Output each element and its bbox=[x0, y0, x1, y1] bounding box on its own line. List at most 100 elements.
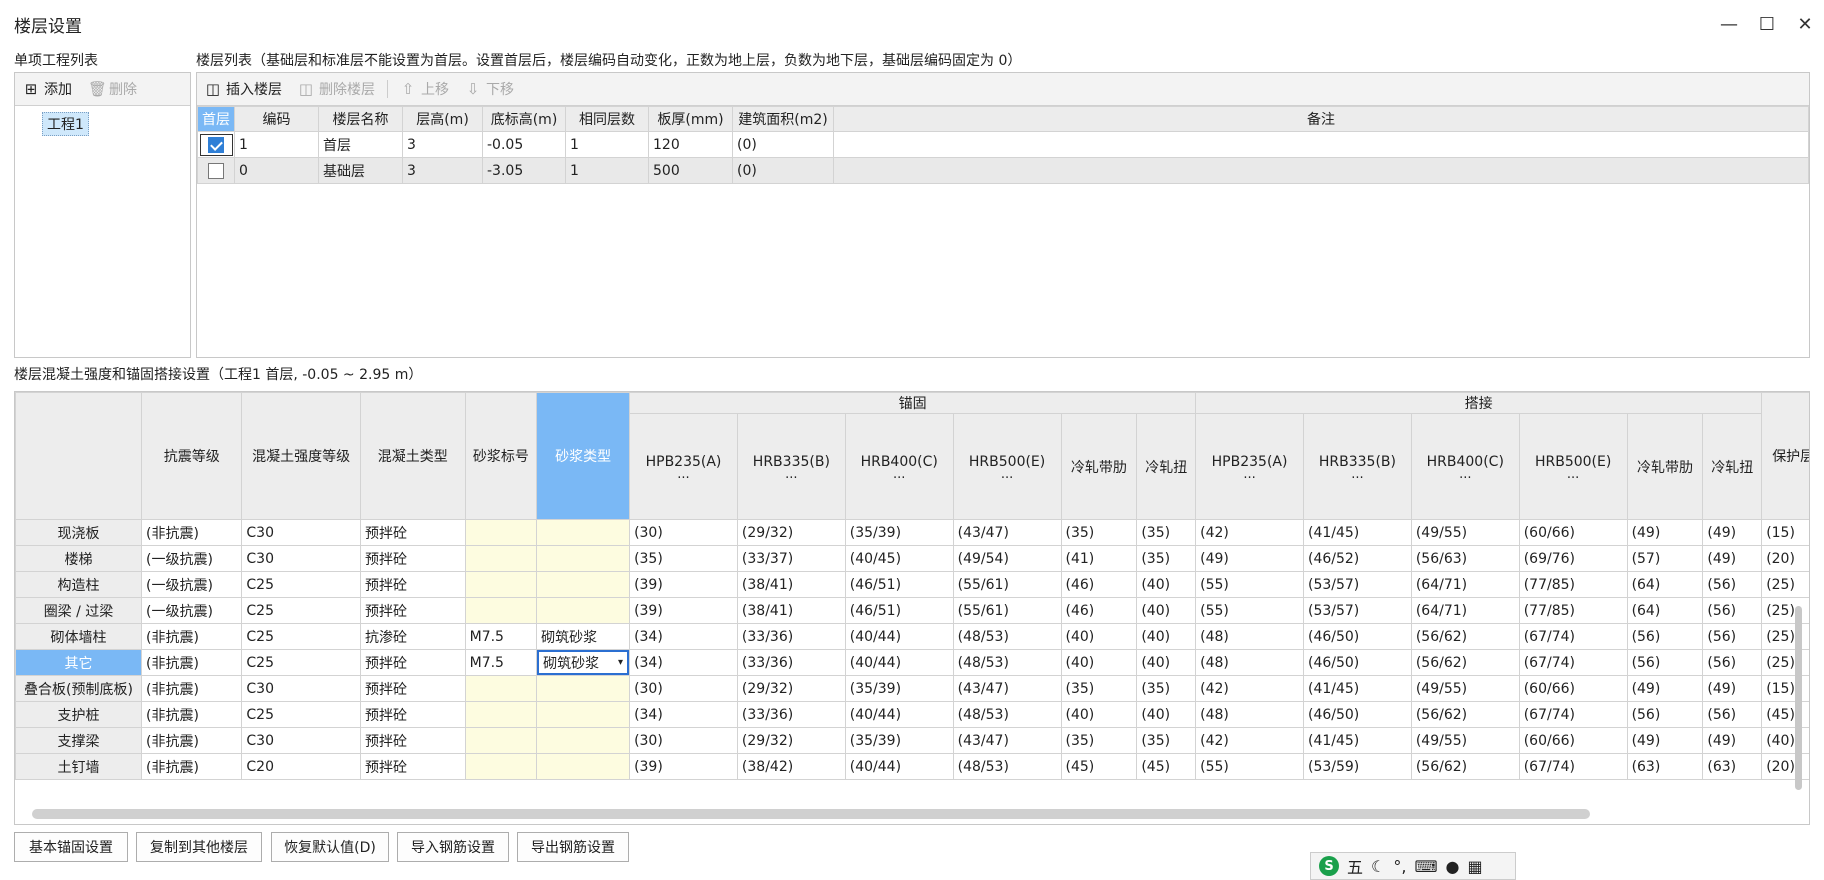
col-bottom-elevation[interactable]: 底标高(m) bbox=[482, 106, 566, 132]
lap-cell[interactable]: (55) bbox=[1195, 571, 1304, 598]
seismic-cell[interactable]: (非抗震) bbox=[141, 519, 243, 546]
lap-cell[interactable]: (55) bbox=[1195, 597, 1304, 624]
anchor-cell[interactable]: (40/45) bbox=[844, 545, 954, 572]
row-type-label[interactable]: 构造柱 bbox=[15, 571, 143, 598]
anchor-cell[interactable]: (33/36) bbox=[736, 701, 846, 728]
lap-cell[interactable]: (49/55) bbox=[1410, 519, 1520, 546]
add-project-button[interactable]: ⊞ 添加 bbox=[15, 73, 80, 105]
lap-cell[interactable]: (42) bbox=[1195, 519, 1304, 546]
col-concrete-type[interactable]: 混凝土类型 bbox=[359, 392, 466, 520]
mortar-type-cell[interactable]: 砌筑砂浆 ▾ bbox=[536, 649, 631, 676]
anchor-cell[interactable]: (43/47) bbox=[952, 519, 1062, 546]
apps-icon[interactable]: ▦ bbox=[1468, 857, 1483, 876]
anchor-cell[interactable]: (40) bbox=[1060, 649, 1138, 676]
lap-cell[interactable]: (56/63) bbox=[1410, 545, 1520, 572]
punctuation-icon[interactable]: °, bbox=[1393, 857, 1406, 876]
anchor-cell[interactable]: (35) bbox=[1060, 519, 1138, 546]
basic-anchor-settings-button[interactable]: 基本锚固设置 bbox=[14, 832, 128, 862]
row-type-label[interactable]: 其它 bbox=[15, 649, 143, 676]
strength-cell[interactable]: C30 bbox=[241, 519, 361, 546]
lap-cell[interactable]: (42) bbox=[1195, 675, 1304, 702]
mortar-type-cell[interactable]: 砌筑砂浆 bbox=[536, 623, 631, 650]
col-lap-crb[interactable]: 冷轧带肋 bbox=[1626, 413, 1704, 520]
col-strength[interactable]: 混凝土强度等级 bbox=[241, 392, 361, 520]
concrete-type-cell[interactable]: 预拌砼 bbox=[359, 545, 466, 572]
floor-height[interactable]: 3 bbox=[402, 157, 483, 184]
seismic-cell[interactable]: (非抗震) bbox=[141, 649, 243, 676]
mortar-grade-cell[interactable] bbox=[464, 727, 538, 754]
concrete-row[interactable]: 楼梯 (一级抗震) C30 预拌砼 (35) (33/37) (40/45) (49/54)(… bbox=[15, 545, 1809, 572]
lap-cell[interactable]: (63) bbox=[1626, 753, 1704, 780]
lap-cell[interactable]: (48) bbox=[1195, 649, 1304, 676]
floor-area[interactable]: (0) bbox=[732, 157, 834, 184]
anchor-cell[interactable]: (40/44) bbox=[844, 753, 954, 780]
floor-code[interactable]: 0 bbox=[234, 157, 319, 184]
mortar-grade-cell[interactable] bbox=[464, 545, 538, 572]
strength-cell[interactable]: C25 bbox=[241, 649, 361, 676]
anchor-cell[interactable]: (39) bbox=[629, 571, 738, 598]
row-type-label[interactable]: 支护桩 bbox=[15, 701, 143, 728]
anchor-cell[interactable]: (33/37) bbox=[736, 545, 846, 572]
col-mortar-type[interactable]: 砂浆类型 bbox=[536, 392, 631, 520]
anchor-cell[interactable]: (40) bbox=[1060, 623, 1138, 650]
mortar-grade-cell[interactable] bbox=[464, 597, 538, 624]
anchor-cell[interactable]: (30) bbox=[629, 727, 738, 754]
anchor-cell[interactable]: (33/36) bbox=[736, 623, 846, 650]
seismic-cell[interactable]: (一级抗震) bbox=[141, 597, 243, 624]
anchor-cell[interactable]: (55/61) bbox=[952, 571, 1062, 598]
col-anchor-hrb500[interactable]: HRB500(E)... bbox=[952, 413, 1062, 520]
lap-cell[interactable]: (60/66) bbox=[1518, 727, 1628, 754]
lap-cell[interactable]: (56) bbox=[1626, 623, 1704, 650]
col-floor-height[interactable]: 层高(m) bbox=[402, 106, 483, 132]
seismic-cell[interactable]: (一级抗震) bbox=[141, 545, 243, 572]
strength-cell[interactable]: C20 bbox=[241, 753, 361, 780]
anchor-cell[interactable]: (41) bbox=[1060, 545, 1138, 572]
floor-bottom[interactable]: -0.05 bbox=[482, 131, 566, 158]
anchor-cell[interactable]: (35/39) bbox=[844, 727, 954, 754]
restore-defaults-button[interactable]: 恢复默认值(D) bbox=[271, 832, 389, 862]
lap-cell[interactable]: (46/50) bbox=[1302, 649, 1412, 676]
anchor-cell[interactable]: (35/39) bbox=[844, 519, 954, 546]
concrete-row[interactable]: 圈梁 / 过梁 (一级抗震) C25 预拌砼 (39) (38/41) (46/51) (55… bbox=[15, 597, 1809, 624]
lap-cell[interactable]: (77/85) bbox=[1518, 571, 1628, 598]
seismic-cell[interactable]: (非抗震) bbox=[141, 701, 243, 728]
anchor-cell[interactable]: (35) bbox=[1136, 519, 1197, 546]
concrete-type-cell[interactable]: 预拌砼 bbox=[359, 701, 466, 728]
lap-cell[interactable]: (55) bbox=[1195, 753, 1304, 780]
anchor-cell[interactable]: (38/41) bbox=[736, 571, 846, 598]
strength-cell[interactable]: C30 bbox=[241, 545, 361, 572]
anchor-cell[interactable]: (30) bbox=[629, 519, 738, 546]
mortar-type-cell[interactable] bbox=[536, 701, 631, 728]
col-lap-ctw[interactable]: 冷轧扭 bbox=[1702, 413, 1763, 520]
strength-cell[interactable]: C25 bbox=[241, 701, 361, 728]
anchor-cell[interactable]: (48/53) bbox=[952, 753, 1062, 780]
anchor-cell[interactable]: (45) bbox=[1060, 753, 1138, 780]
concrete-type-cell[interactable]: 预拌砼 bbox=[359, 675, 466, 702]
close-icon[interactable]: ✕ bbox=[1790, 10, 1820, 38]
lap-cell[interactable]: (67/74) bbox=[1518, 623, 1628, 650]
lap-cell[interactable]: (53/57) bbox=[1302, 597, 1412, 624]
lap-cell[interactable]: (56/62) bbox=[1410, 623, 1520, 650]
anchor-cell[interactable]: (45) bbox=[1136, 753, 1197, 780]
lap-cell[interactable]: (56) bbox=[1702, 701, 1763, 728]
anchor-cell[interactable]: (35) bbox=[1136, 727, 1197, 754]
floor-area[interactable]: (0) bbox=[732, 131, 834, 158]
maximize-icon[interactable]: ☐ bbox=[1752, 10, 1782, 38]
lap-cell[interactable]: (69/76) bbox=[1518, 545, 1628, 572]
row-type-label[interactable]: 土钉墙 bbox=[15, 753, 143, 780]
lap-cell[interactable]: (56) bbox=[1702, 571, 1763, 598]
cover-cell[interactable]: (25) bbox=[1761, 597, 1809, 624]
lap-cell[interactable]: (56) bbox=[1626, 649, 1704, 676]
mortar-grade-cell[interactable]: M7.5 bbox=[464, 649, 538, 676]
first-floor-checkbox[interactable] bbox=[208, 162, 224, 179]
delete-project-button[interactable]: 🗑 删除 bbox=[80, 73, 145, 105]
lap-cell[interactable]: (46/50) bbox=[1302, 623, 1412, 650]
mortar-grade-cell[interactable] bbox=[464, 571, 538, 598]
floor-same[interactable]: 1 bbox=[565, 131, 649, 158]
anchor-cell[interactable]: (49/54) bbox=[952, 545, 1062, 572]
strength-cell[interactable]: C25 bbox=[241, 571, 361, 598]
concrete-row[interactable]: 叠合板(预制底板) (非抗震) C30 预拌砼 (30) (29/32) (35/39) (4… bbox=[15, 675, 1809, 702]
horizontal-scrollbar[interactable] bbox=[32, 809, 1590, 819]
lap-cell[interactable]: (67/74) bbox=[1518, 701, 1628, 728]
lap-cell[interactable]: (49) bbox=[1702, 519, 1763, 546]
